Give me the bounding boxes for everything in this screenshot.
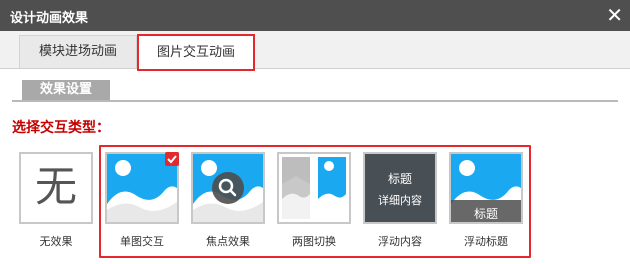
section-tab-effect-settings[interactable]: 效果设置 (22, 80, 110, 100)
overlay-title: 标题 (473, 207, 498, 221)
option-thumbnail[interactable] (277, 152, 351, 224)
close-icon[interactable]: ✕ (606, 3, 623, 27)
image-placeholder-icon (193, 154, 263, 222)
image-placeholder-icon (365, 154, 435, 222)
option-label: 浮动内容 (378, 235, 422, 248)
option-thumbnail[interactable] (191, 152, 265, 224)
dialog-title-bar: 设计动画效果 ✕ (0, 0, 630, 31)
dialog-title: 设计动画效果 (10, 11, 89, 26)
tab-bar: 模块进场动画 图片交互动画 (0, 31, 630, 71)
interaction-type-label: 选择交互类型： (12, 120, 110, 136)
option-label: 两图切换 (292, 235, 336, 248)
overlay-detail: 详细内容 (378, 194, 422, 207)
no-effect-glyph: 无 (34, 162, 77, 211)
section-header: 效果设置 (12, 80, 618, 102)
option-label: 浮动标题 (464, 235, 508, 248)
option-thumbnail[interactable]: 标题 (449, 152, 523, 224)
option-thumbnail[interactable]: 标题 详细内容 (363, 152, 437, 224)
tab-module-entrance[interactable]: 模块进场动画 (19, 35, 137, 68)
image-switch-icon (279, 154, 349, 222)
tab-image-interaction[interactable]: 图片交互动画 (137, 34, 255, 71)
option-label: 无效果 (39, 235, 73, 248)
selected-check-icon (165, 152, 179, 166)
option-label: 焦点效果 (206, 235, 250, 248)
option-label: 单图交互 (120, 235, 164, 248)
option-thumbnail[interactable]: 无 (19, 152, 93, 224)
overlay-title: 标题 (387, 172, 412, 186)
